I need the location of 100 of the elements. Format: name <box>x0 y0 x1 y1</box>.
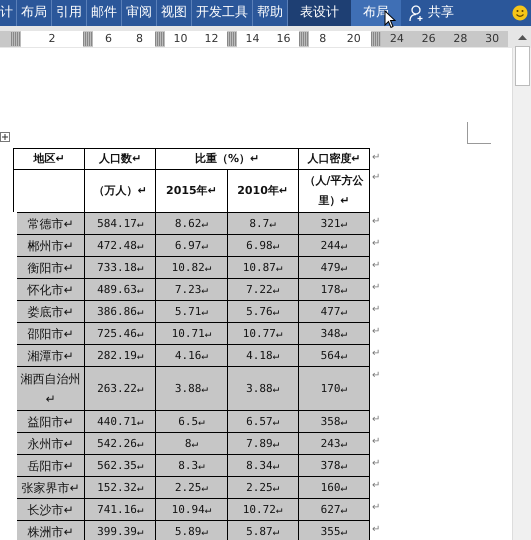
table-cell: 355↵ <box>298 520 370 540</box>
table-cell: 282.19↵ <box>84 344 156 366</box>
table-cell: 7.23↵ <box>156 278 228 300</box>
row-end-mark: ↵ <box>372 172 380 183</box>
smiley-icon[interactable] <box>512 5 528 21</box>
ruler-number: 2 <box>48 30 56 47</box>
scroll-thumb[interactable] <box>514 46 530 86</box>
row-end-mark: ↵ <box>372 524 380 535</box>
ruler-number: 10 <box>174 30 188 47</box>
row-end-mark: ↵ <box>372 458 380 469</box>
ruler-number: 20 <box>346 30 361 47</box>
table-cell: 8.7↵ <box>227 212 298 234</box>
row-end-mark: ↵ <box>372 326 380 337</box>
column-marker[interactable] <box>299 32 309 46</box>
table-cell: 8.34↵ <box>227 454 298 476</box>
person-add-icon <box>409 4 425 22</box>
table-cell: 477↵ <box>298 300 370 322</box>
table-cell: 8.3↵ <box>156 454 228 476</box>
ruler-number: 30 <box>485 30 500 47</box>
table-cell: 562.35↵ <box>84 454 156 476</box>
column-marker[interactable] <box>11 32 21 46</box>
table-cell: 263.22↵ <box>84 366 156 410</box>
row-end-mark: ↵ <box>372 370 380 381</box>
table-cell: 733.18↵ <box>84 256 156 278</box>
ribbon-tab[interactable]: 计 <box>0 0 17 26</box>
row-end-mark: ↵ <box>372 480 380 491</box>
table-cell: 386.86↵ <box>84 300 156 322</box>
table-cell: 10.72↵ <box>227 498 298 520</box>
table-cell: 3.88↵ <box>227 366 298 410</box>
table-cell: 741.16↵ <box>84 498 156 520</box>
row-end-mark: ↵ <box>372 282 380 293</box>
table-cell: 348↵ <box>298 322 370 344</box>
table-cell: 627↵ <box>298 498 370 520</box>
table-cell: 地区↵ <box>14 148 85 170</box>
ruler-number: 26 <box>422 30 436 47</box>
ruler-number: 12 <box>204 30 218 47</box>
table-cell: 5.87↵ <box>227 520 298 540</box>
column-marker[interactable] <box>371 32 381 46</box>
table-cell: 542.26↵ <box>84 432 156 454</box>
table-cell: 160↵ <box>298 476 370 498</box>
table-cell: 7.22↵ <box>227 278 298 300</box>
table-cell: 489.63↵ <box>84 278 156 300</box>
table-cell: 479↵ <box>298 256 370 278</box>
table-cell: 152.32↵ <box>84 476 156 498</box>
table-cell: 10.71↵ <box>156 322 228 344</box>
table-move-handle-icon[interactable] <box>0 132 10 142</box>
ruler-number: 14 <box>246 30 260 47</box>
table-cell: 10.82↵ <box>156 256 228 278</box>
table-cell: 6.97↵ <box>156 234 228 256</box>
table-cell: 6.98↵ <box>227 234 298 256</box>
share-button[interactable]: 共享 <box>409 0 454 26</box>
table-cell: 5.71↵ <box>156 300 228 322</box>
row-end-mark: ↵ <box>372 348 380 359</box>
row-end-mark: ↵ <box>372 414 380 425</box>
table-cell: 358↵ <box>298 410 370 432</box>
ruler-number: 8 <box>136 30 143 47</box>
table-cell: 6.5↵ <box>156 410 228 432</box>
table-cell: 243↵ <box>298 432 370 454</box>
row-end-mark: ↵ <box>372 216 380 227</box>
table-cell: 人口密度↵ <box>298 148 370 170</box>
row-end-mark: ↵ <box>372 238 380 249</box>
ruler-number: 8 <box>319 30 326 47</box>
table-cell: 244↵ <box>298 234 370 256</box>
table-cell: 440.71↵ <box>84 410 156 432</box>
table-cell: 10.77↵ <box>227 322 298 344</box>
ruler-number: 6 <box>105 30 112 47</box>
table-cell: 321↵ <box>298 212 370 234</box>
ribbon-tab[interactable]: 表设计 <box>288 0 351 26</box>
table-cell: 2.25↵ <box>156 476 228 498</box>
table-cell: 4.18↵ <box>227 344 298 366</box>
table-cell: 170↵ <box>298 366 370 410</box>
table-cell: 8.62↵ <box>156 212 228 234</box>
row-end-mark: ↵ <box>372 304 380 315</box>
table-cell: 725.46↵ <box>84 322 156 344</box>
row-end-mark: ↵ <box>372 260 380 271</box>
ruler-number: 16 <box>276 30 290 47</box>
table-cell: 378↵ <box>298 454 370 476</box>
table-cell: 564↵ <box>298 344 370 366</box>
column-marker[interactable] <box>155 32 165 46</box>
column-marker[interactable] <box>227 32 237 46</box>
ruler-number: 24 <box>390 30 404 47</box>
table-cell: 7.89↵ <box>227 432 298 454</box>
column-marker[interactable] <box>83 32 93 46</box>
page-corner-mark <box>467 122 491 144</box>
table-cell: 10.94↵ <box>156 498 228 520</box>
table-cell: 10.87↵ <box>227 256 298 278</box>
table-cell: 6.57↵ <box>227 410 298 432</box>
table-cell: 人口数↵ <box>84 148 156 170</box>
table-cell: 3.88↵ <box>156 366 228 410</box>
row-end-mark: ↵ <box>372 152 380 163</box>
table-cell: 5.76↵ <box>227 300 298 322</box>
table-cell: 5.89↵ <box>156 520 228 540</box>
ruler-number: 28 <box>453 30 468 47</box>
table-cell: 比重（%）↵ <box>156 148 298 170</box>
table-cell: 584.17↵ <box>84 212 156 234</box>
table-cell: 178↵ <box>298 278 370 300</box>
table-cell: 2.25↵ <box>227 476 298 498</box>
row-end-mark: ↵ <box>372 436 380 447</box>
table-cell: 399.39↵ <box>84 520 156 540</box>
table-cell: 8↵ <box>156 432 228 454</box>
